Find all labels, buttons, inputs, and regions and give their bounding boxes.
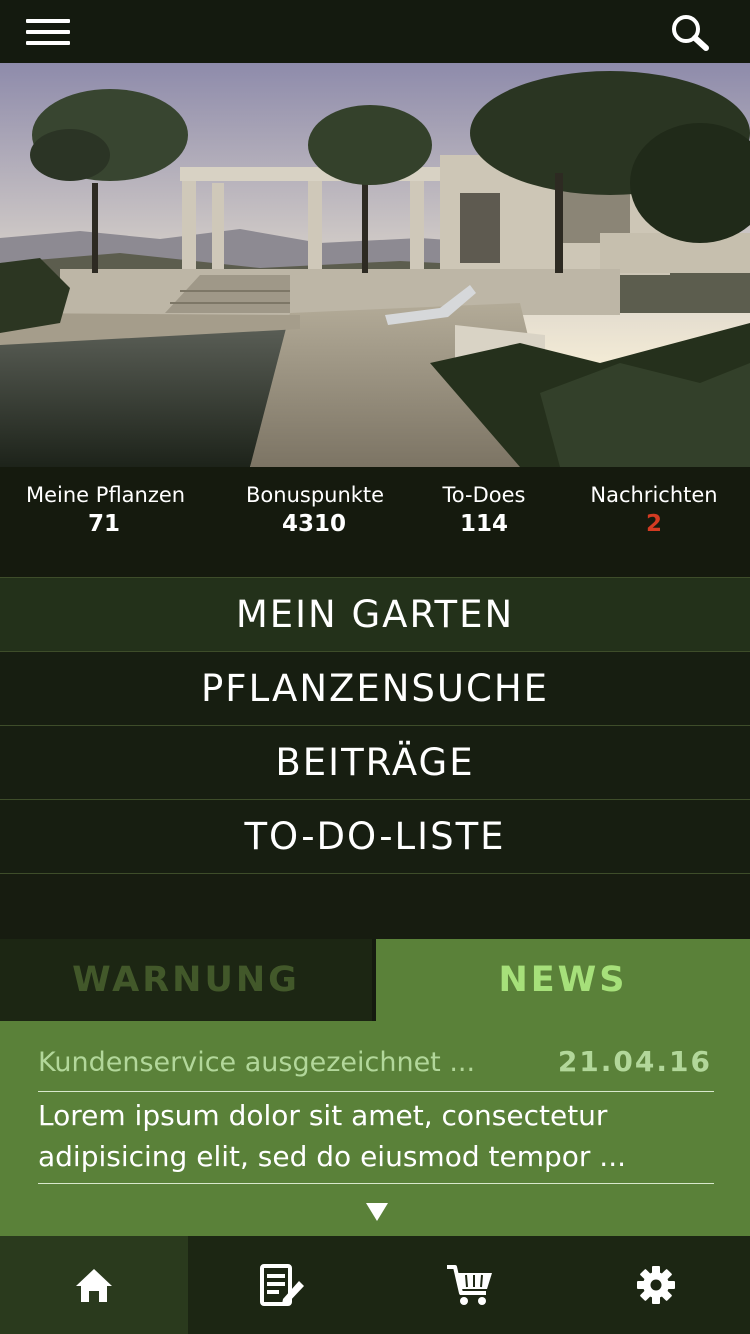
nav-settings-button[interactable] [562, 1236, 750, 1334]
tab-warnung[interactable]: WARNUNG [0, 939, 372, 1021]
hero-garden-image [0, 63, 750, 467]
nav-home-button[interactable] [0, 1236, 188, 1334]
hamburger-menu-icon[interactable] [26, 19, 70, 45]
stat-nachrichten[interactable]: Nachrichten 2 [588, 483, 720, 537]
nav-shop-button[interactable] [376, 1236, 564, 1334]
app-screen: Meine Pflanzen 71 Bonuspunkte 4310 To-Do… [0, 0, 750, 1334]
unread-count-badge: 2 [645, 511, 662, 537]
stat-bonuspunkte[interactable]: Bonuspunkte 4310 [246, 483, 385, 537]
menu-item-pflanzensuche[interactable]: PFLANZENSUCHE [0, 651, 750, 725]
stat-label: Bonuspunkte [246, 483, 385, 507]
stat-label: Nachrichten [590, 483, 718, 507]
stat-label: To-Does [442, 483, 526, 507]
stat-value: 114 [459, 511, 508, 537]
bottom-navigation [0, 1236, 750, 1334]
gear-icon [637, 1266, 675, 1304]
search-icon[interactable] [668, 12, 714, 52]
news-item-body: Lorem ipsum dolor sit amet, consectetur … [38, 1099, 626, 1173]
stats-bar: Meine Pflanzen 71 Bonuspunkte 4310 To-Do… [0, 467, 750, 577]
stat-meine-pflanzen[interactable]: Meine Pflanzen 71 [26, 483, 186, 537]
menu-item-mein-garten[interactable]: MEIN GARTEN [0, 577, 750, 651]
stat-value: 4310 [281, 511, 346, 537]
edit-note-icon [260, 1264, 304, 1306]
stat-value: 71 [87, 511, 120, 537]
news-tabs: WARNUNG NEWS [0, 939, 750, 1021]
triangle-down-icon[interactable] [366, 1203, 388, 1221]
news-divider [38, 1091, 714, 1092]
menu-item-beitraege[interactable]: BEITRÄGE [0, 725, 750, 799]
news-divider [38, 1183, 714, 1184]
news-item-title[interactable]: Kundenservice ausgezeichnet ... [38, 1047, 475, 1078]
top-bar [0, 0, 750, 63]
nav-notes-button[interactable] [188, 1236, 376, 1334]
stat-to-does[interactable]: To-Does 114 [436, 483, 532, 537]
menu-item-to-do-liste[interactable]: TO-DO-LISTE [0, 799, 750, 873]
news-panel: Kundenservice ausgezeichnet ... 21.04.16… [0, 1021, 750, 1236]
news-item-date: 21.04.16 [557, 1045, 712, 1078]
home-icon [76, 1269, 112, 1302]
stat-label: Meine Pflanzen [26, 483, 186, 507]
main-menu: MEIN GARTEN PFLANZENSUCHE BEITRÄGE TO-DO… [0, 577, 750, 874]
shopping-cart-icon [447, 1265, 492, 1305]
tab-news[interactable]: NEWS [376, 939, 750, 1021]
